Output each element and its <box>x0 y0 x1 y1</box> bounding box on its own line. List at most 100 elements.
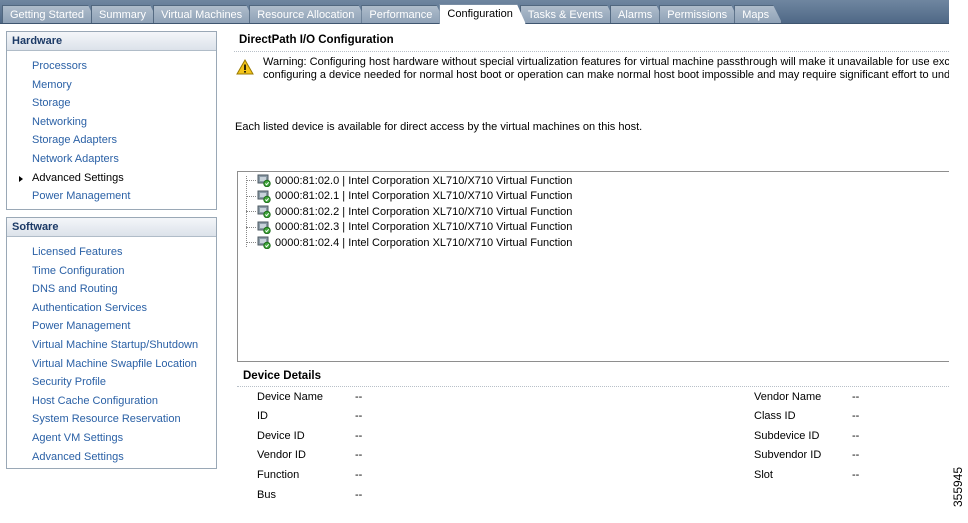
tab-virtual-machines[interactable]: Virtual Machines <box>153 5 255 23</box>
page-title: DirectPath I/O Configuration <box>239 34 394 46</box>
figure-number: 355945 <box>950 463 966 513</box>
sidebar-link[interactable]: Virtual Machine Startup/Shutdown <box>32 339 198 351</box>
device-details-title: Device Details <box>243 370 321 382</box>
detail-value-device-id: -- <box>355 430 363 442</box>
divider <box>234 51 949 52</box>
sidebar-link[interactable]: Licensed Features <box>32 246 123 258</box>
detail-value-subdevice-id: -- <box>852 430 860 442</box>
sidebar-item-vm-swapfile-location[interactable]: Virtual Machine Swapfile Location <box>7 355 216 374</box>
detail-label-vendor-name: Vendor Name <box>754 391 822 403</box>
detail-label-subvendor-id: Subvendor ID <box>754 449 822 461</box>
sidebar-link[interactable]: Advanced Settings <box>32 172 124 184</box>
warning-line-1: Warning: Configuring host hardware witho… <box>263 56 949 68</box>
sidebar-item-power-management[interactable]: Power Management <box>7 187 216 206</box>
sidebar-link[interactable]: Authentication Services <box>32 302 147 314</box>
tab-permissions[interactable]: Permissions <box>659 5 740 23</box>
sidebar-item-vm-startup-shutdown[interactable]: Virtual Machine Startup/Shutdown <box>7 336 216 355</box>
sidebar-link[interactable]: Storage <box>32 97 71 109</box>
device-label: 0000:81:02.4 | Intel Corporation XL710/X… <box>275 236 573 249</box>
device-row[interactable]: 0000:81:02.4 | Intel Corporation XL710/X… <box>246 235 572 251</box>
sidebar-item-advanced-settings-sw[interactable]: Advanced Settings <box>7 448 216 467</box>
detail-label-vendor-id: Vendor ID <box>257 449 306 461</box>
tab-alarms[interactable]: Alarms <box>610 5 665 23</box>
detail-label-class-id: Class ID <box>754 410 796 422</box>
sidebar-item-agent-vm-settings[interactable]: Agent VM Settings <box>7 429 216 448</box>
device-label: 0000:81:02.3 | Intel Corporation XL710/X… <box>275 221 573 234</box>
sidebar-link[interactable]: Advanced Settings <box>32 451 124 463</box>
pci-device-icon <box>257 236 271 250</box>
tab-list: Getting Started Summary Virtual Machines… <box>2 5 776 24</box>
sidebar-item-authentication-services[interactable]: Authentication Services <box>7 299 216 318</box>
detail-value-id: -- <box>355 410 363 422</box>
software-panel-title: Software <box>7 218 216 237</box>
tree-connector <box>246 180 256 182</box>
sidebar-item-storage-adapters[interactable]: Storage Adapters <box>7 131 216 150</box>
detail-label-id: ID <box>257 410 268 422</box>
device-row[interactable]: 0000:81:02.2 | Intel Corporation XL710/X… <box>246 204 572 220</box>
detail-value-vendor-name: -- <box>852 391 860 403</box>
tab-performance[interactable]: Performance <box>361 5 445 23</box>
sidebar-item-host-cache-configuration[interactable]: Host Cache Configuration <box>7 392 216 411</box>
sidebar-link[interactable]: System Resource Reservation <box>32 413 181 425</box>
sidebar-link[interactable]: DNS and Routing <box>32 283 118 295</box>
sidebar-link[interactable]: Security Profile <box>32 376 106 388</box>
tab-getting-started[interactable]: Getting Started <box>2 5 97 23</box>
sidebar-link[interactable]: Processors <box>32 60 87 72</box>
tree-connector <box>246 226 256 228</box>
sidebar-item-processors[interactable]: Processors <box>7 57 216 76</box>
sidebar-link[interactable]: Time Configuration <box>32 265 125 277</box>
detail-label-slot: Slot <box>754 469 773 481</box>
tab-resource-allocation[interactable]: Resource Allocation <box>249 5 367 23</box>
software-list: Licensed Features Time Configuration DNS… <box>7 237 216 466</box>
warning-icon <box>236 59 254 75</box>
tab-configuration[interactable]: Configuration <box>439 4 525 24</box>
sidebar-link[interactable]: Agent VM Settings <box>32 432 123 444</box>
sidebar-link[interactable]: Power Management <box>32 320 130 332</box>
sidebar-item-dns-routing[interactable]: DNS and Routing <box>7 280 216 299</box>
sidebar-link[interactable]: Memory <box>32 79 72 91</box>
sidebar-link[interactable]: Network Adapters <box>32 153 119 165</box>
sidebar-item-networking[interactable]: Networking <box>7 113 216 132</box>
detail-label-function: Function <box>257 469 300 481</box>
sidebar-item-security-profile[interactable]: Security Profile <box>7 373 216 392</box>
detail-value-function: -- <box>355 469 363 481</box>
tab-tasks-events[interactable]: Tasks & Events <box>520 5 616 23</box>
sidebar-item-memory[interactable]: Memory <box>7 76 216 95</box>
detail-label-device-id: Device ID <box>257 430 305 442</box>
device-label: 0000:81:02.0 | Intel Corporation XL710/X… <box>275 174 573 187</box>
sidebar-item-power-management-sw[interactable]: Power Management <box>7 317 216 336</box>
hardware-list: Processors Memory Storage Networking Sto… <box>7 51 216 206</box>
device-label: 0000:81:02.1 | Intel Corporation XL710/X… <box>275 190 573 203</box>
warning-line-2: configuring a device needed for normal h… <box>263 68 949 81</box>
tab-maps[interactable]: Maps <box>734 5 782 23</box>
pci-device-icon <box>257 190 271 203</box>
directpath-content: DirectPath I/O Configuration Warning: Co… <box>226 24 949 523</box>
sidebar-link[interactable]: Storage Adapters <box>32 134 117 146</box>
tab-bar: Getting Started Summary Virtual Machines… <box>0 0 949 24</box>
hardware-panel-title: Hardware <box>7 32 216 51</box>
sidebar-item-advanced-settings[interactable]: Advanced Settings <box>7 169 216 188</box>
device-row[interactable]: 0000:81:02.1 | Intel Corporation XL710/X… <box>246 189 572 205</box>
sidebar-item-system-resource-reservation[interactable]: System Resource Reservation <box>7 410 216 429</box>
pci-device-icon <box>257 174 271 188</box>
detail-label-device-name: Device Name <box>257 391 324 403</box>
sidebar-link[interactable]: Power Management <box>32 190 130 202</box>
tree-connector <box>246 195 256 197</box>
availability-text: Each listed device is available for dire… <box>235 121 643 133</box>
pci-device-icon <box>257 205 271 219</box>
tab-summary[interactable]: Summary <box>91 5 159 23</box>
detail-value-bus: -- <box>355 489 363 501</box>
detail-value-slot: -- <box>852 469 860 481</box>
pci-device-icon <box>257 221 271 234</box>
device-row[interactable]: 0000:81:02.3 | Intel Corporation XL710/X… <box>246 220 572 236</box>
sidebar-item-storage[interactable]: Storage <box>7 94 216 113</box>
sidebar-link[interactable]: Networking <box>32 116 87 128</box>
device-list[interactable]: 0000:81:02.0 | Intel Corporation XL710/X… <box>237 171 949 362</box>
sidebar-item-time-configuration[interactable]: Time Configuration <box>7 262 216 281</box>
sidebar-link[interactable]: Host Cache Configuration <box>32 395 158 407</box>
hardware-panel: Hardware Processors Memory Storage Netwo… <box>6 31 217 210</box>
device-row[interactable]: 0000:81:02.0 | Intel Corporation XL710/X… <box>246 173 572 189</box>
sidebar-link[interactable]: Virtual Machine Swapfile Location <box>32 358 197 370</box>
sidebar-item-network-adapters[interactable]: Network Adapters <box>7 150 216 169</box>
sidebar-item-licensed-features[interactable]: Licensed Features <box>7 243 216 262</box>
